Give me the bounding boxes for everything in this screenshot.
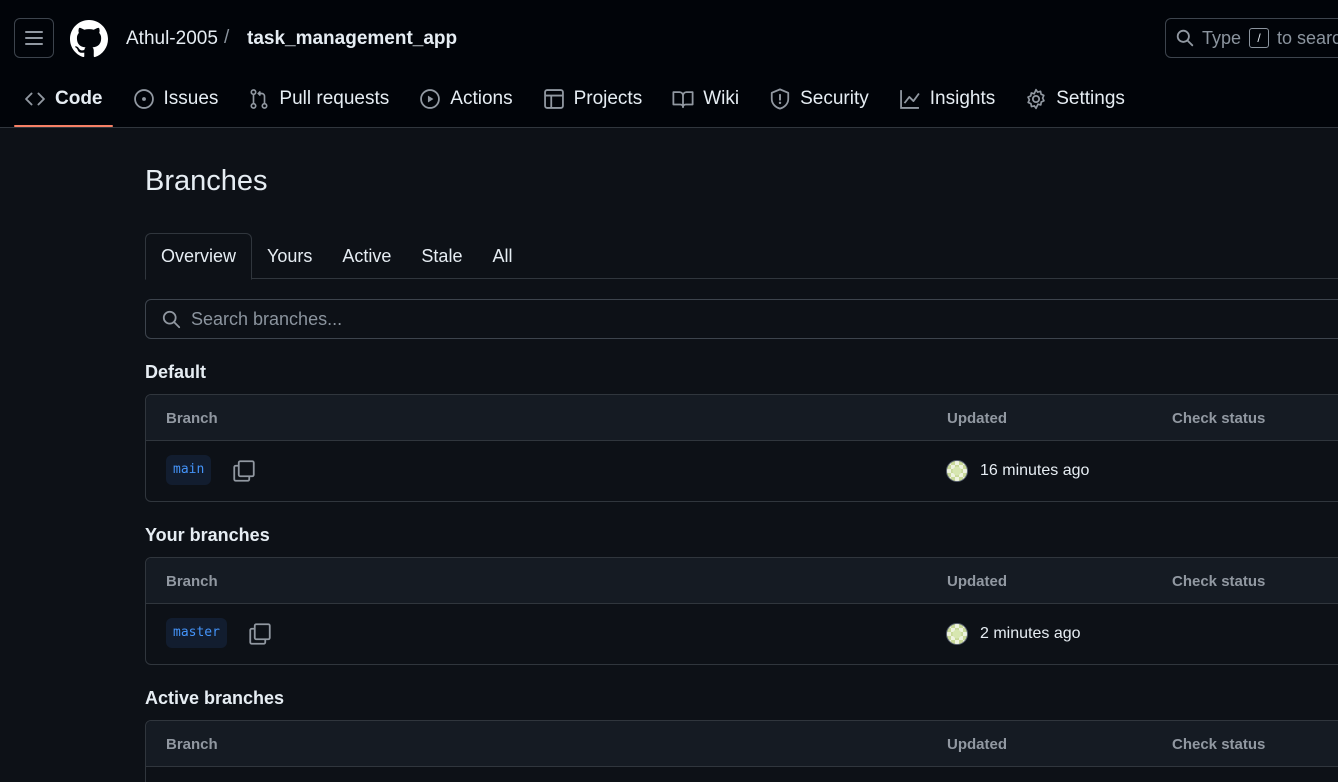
column-header-branch: Branch	[166, 573, 218, 590]
copy-icon[interactable]	[248, 622, 272, 646]
your-branches-table: Branch Updated Check status master 2 min…	[145, 557, 1338, 665]
search-prefix-text: Type	[1202, 27, 1242, 48]
tab-settings-label: Settings	[1056, 88, 1125, 109]
updated-cell: 16 minutes ago	[946, 460, 1089, 482]
branch-search-input[interactable]: Search branches...	[145, 299, 1338, 339]
branch-tabs: Overview Yours Active Stale All	[145, 233, 1338, 280]
global-search-input[interactable]: Type / to search	[1165, 18, 1338, 58]
search-icon	[1176, 29, 1194, 47]
search-shortcut-key: /	[1249, 28, 1270, 48]
tab-stale[interactable]: Stale	[406, 233, 477, 279]
repo-header: Athul-2005 / task_management_app Type / …	[0, 0, 1338, 128]
tab-wiki[interactable]: Wiki	[662, 78, 749, 120]
column-header-updated: Updated	[947, 573, 1007, 590]
table-header: Branch Updated Check status	[146, 558, 1338, 604]
tab-issues[interactable]: Issues	[123, 78, 229, 120]
tab-insights[interactable]: Insights	[889, 78, 1005, 120]
tab-code-label: Code	[55, 88, 103, 109]
copy-icon[interactable]	[232, 459, 256, 483]
tab-security-label: Security	[800, 88, 869, 109]
tab-actions-label: Actions	[450, 88, 513, 109]
issue-icon	[133, 89, 154, 109]
search-icon	[162, 310, 181, 328]
tab-settings[interactable]: Settings	[1015, 78, 1135, 120]
updated-time: 2 minutes ago	[980, 625, 1081, 642]
page-title: Branches	[145, 165, 268, 197]
tab-code[interactable]: Code	[14, 78, 113, 127]
section-title-default: Default	[145, 362, 207, 382]
tab-wiki-label: Wiki	[703, 88, 740, 109]
breadcrumb-repo-link[interactable]: task_management_app	[247, 28, 457, 50]
tab-overview[interactable]: Overview	[145, 233, 253, 280]
column-header-check-status: Check status	[1172, 573, 1266, 590]
hamburger-menu-button[interactable]	[14, 18, 54, 58]
tab-all[interactable]: All	[477, 233, 527, 279]
shield-icon	[770, 88, 790, 110]
avatar[interactable]	[946, 623, 968, 645]
table-header: Branch Updated Check status	[146, 721, 1338, 767]
column-header-branch: Branch	[166, 410, 218, 427]
gear-icon	[1027, 88, 1046, 110]
tab-pull-requests-label: Pull requests	[279, 88, 390, 109]
avatar[interactable]	[946, 460, 968, 482]
tab-yours[interactable]: Yours	[252, 233, 327, 279]
table-row: master 2 minutes ago	[146, 604, 1338, 664]
updated-time: 16 minutes ago	[980, 462, 1090, 479]
tab-active[interactable]: Active	[327, 233, 406, 279]
table-header: Branch Updated Check status	[146, 395, 1338, 441]
tab-security[interactable]: Security	[759, 78, 879, 120]
branch-name-link[interactable]: main	[166, 455, 212, 485]
branch-name-link[interactable]: master	[166, 618, 227, 648]
column-header-branch: Branch	[166, 736, 218, 753]
active-branches-table: Branch Updated Check status	[145, 720, 1338, 782]
tab-projects[interactable]: Projects	[533, 78, 653, 120]
search-suffix-text: to search	[1277, 27, 1338, 48]
menu-icon	[25, 31, 43, 45]
tab-projects-label: Projects	[573, 88, 643, 109]
branch-search-placeholder: Search branches...	[191, 308, 343, 329]
graph-icon	[899, 90, 920, 109]
default-branch-table: Branch Updated Check status main 16 minu…	[145, 394, 1338, 502]
column-header-check-status: Check status	[1172, 410, 1266, 427]
tab-insights-label: Insights	[929, 88, 996, 109]
breadcrumb-owner-link[interactable]: Athul-2005	[126, 28, 218, 50]
tab-actions[interactable]: Actions	[409, 78, 522, 120]
pull-request-icon	[250, 89, 268, 109]
table-row: main 16 minutes ago	[146, 441, 1338, 501]
github-logo-icon[interactable]	[70, 20, 108, 58]
code-icon	[25, 92, 45, 106]
column-header-updated: Updated	[947, 736, 1007, 753]
breadcrumb-separator: /	[224, 27, 230, 48]
play-icon	[420, 89, 441, 109]
updated-cell: 2 minutes ago	[946, 623, 1081, 645]
tab-issues-label: Issues	[163, 88, 219, 109]
column-header-updated: Updated	[947, 410, 1007, 427]
book-icon	[672, 91, 694, 109]
section-title-active-branches: Active branches	[145, 688, 285, 708]
repo-nav: Code Issues Pull requests Actions Projec…	[14, 78, 1145, 128]
column-header-check-status: Check status	[1172, 736, 1266, 753]
tab-pull-requests[interactable]: Pull requests	[238, 78, 399, 120]
table-icon	[543, 89, 564, 109]
section-title-your-branches: Your branches	[145, 525, 270, 545]
